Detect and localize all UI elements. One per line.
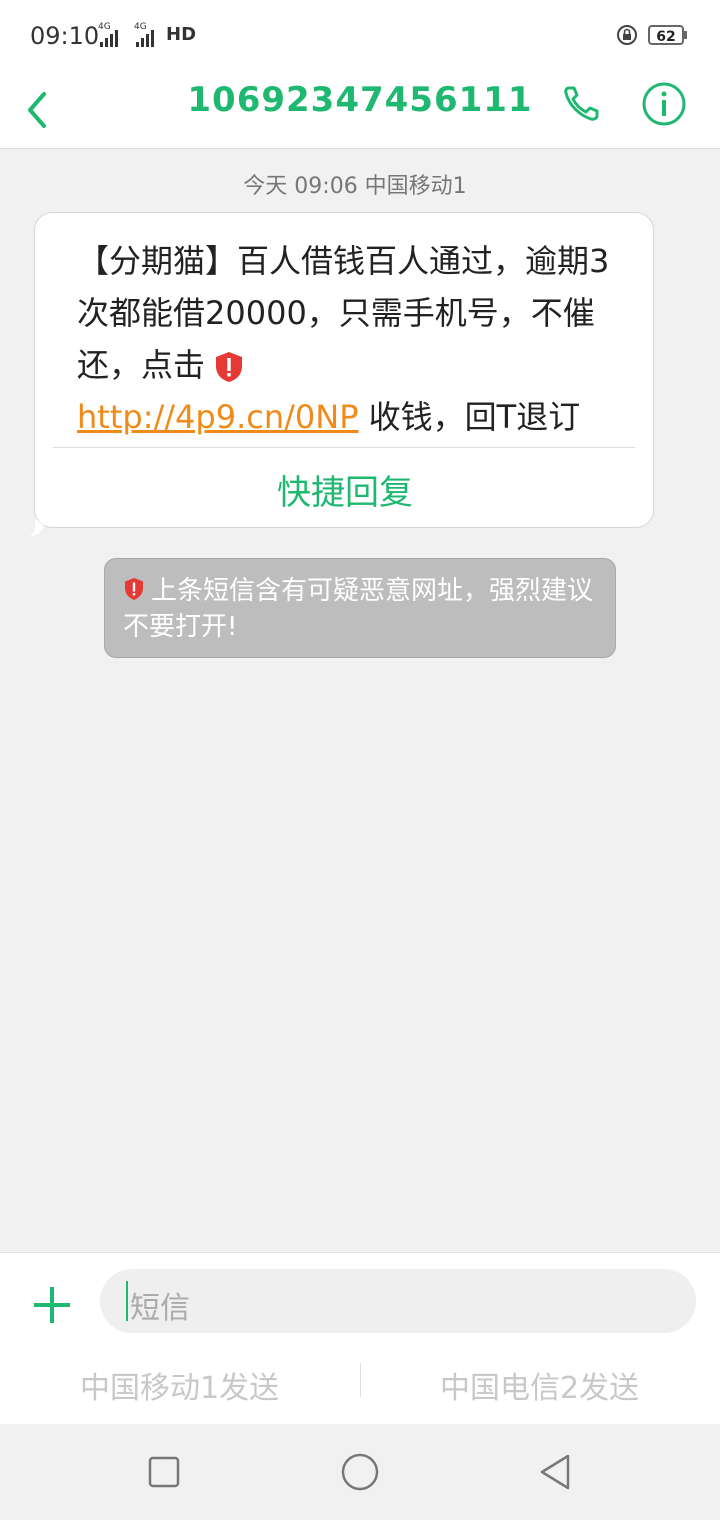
message-input[interactable]: 短信 [100,1269,696,1333]
message-body: 【分期猫】百人借钱百人通过，逾期3次都能借20000，只需手机号，不催还，点击 … [77,235,637,443]
contact-number-title: 10692347456111 [187,80,533,120]
incoming-message-bubble[interactable]: 【分期猫】百人借钱百人通过，逾期3次都能借20000，只需手机号，不催还，点击 … [34,212,654,528]
bubble-divider [53,447,635,448]
message-input-placeholder: 短信 [130,1291,190,1326]
warning-shield-icon [125,578,143,600]
message-timestamp: 今天 09:06 中国移动1 [243,174,467,199]
system-navigation-bar [0,1424,720,1520]
rotation-lock-icon [617,25,637,45]
send-divider [360,1363,361,1397]
add-attachment-icon[interactable] [30,1283,74,1327]
conversation-header: 10692347456111 [0,72,720,149]
message-text: 【分期猫】百人借钱百人通过，逾期3次都能借20000，只需手机号，不催还，点击 [77,242,610,384]
message-text-tail: 收钱，回T退订 [358,398,581,436]
send-sim2-button[interactable]: 中国电信2发送 [440,1363,639,1407]
status-time: 09:10 [30,22,100,50]
danger-shield-icon [216,352,243,382]
composer: 短信 中国移动1发送 中国电信2发送 [0,1252,720,1425]
recent-apps-icon[interactable] [144,1452,184,1492]
malicious-url-warning: 上条短信含有可疑恶意网址，强烈建议不要打开! [104,558,616,658]
back-nav-icon[interactable] [536,1452,576,1492]
message-link[interactable]: http://4p9.cn/0NP [77,398,358,436]
battery-tip [684,31,687,39]
phone-call-icon[interactable] [560,82,604,126]
info-icon[interactable] [640,80,688,128]
bubble-tail [30,518,44,536]
hd-voice-icon: HD [166,24,197,45]
status-bar: 09:10 4G 4G HD 62 [0,0,720,72]
battery-icon: 62 [648,25,684,45]
send-sim1-button[interactable]: 中国移动1发送 [80,1363,279,1407]
home-icon[interactable] [338,1450,382,1494]
text-cursor [126,1281,128,1321]
warning-text: 上条短信含有可疑恶意网址，强烈建议不要打开! [123,576,594,642]
quick-reply-button[interactable]: 快捷回复 [35,465,655,514]
